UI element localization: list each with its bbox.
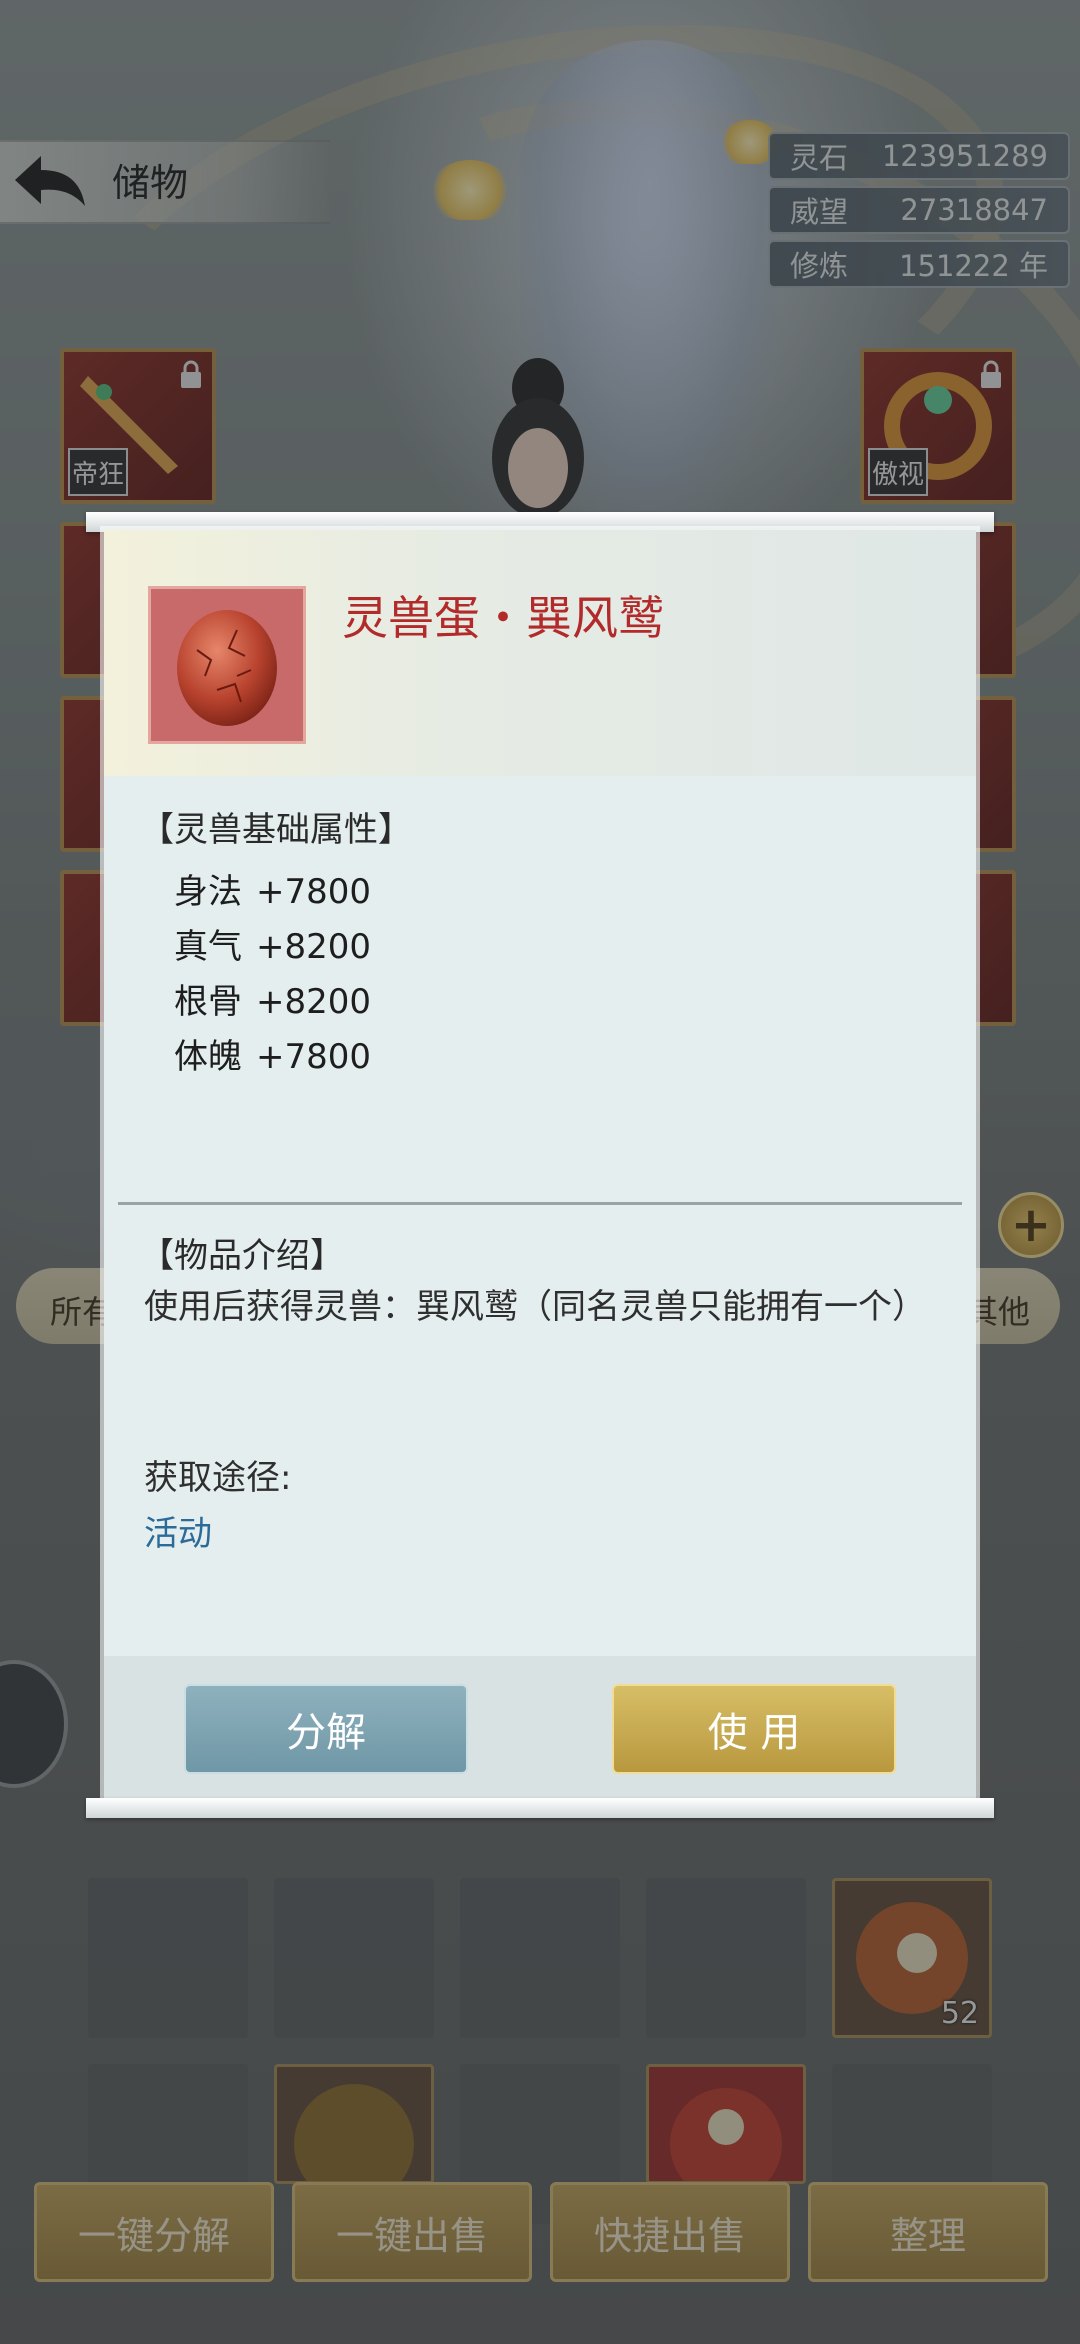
item-name: 灵兽蛋・巽风鹫	[342, 591, 664, 645]
attr-row-qi: 真气 +8200	[174, 919, 371, 968]
attr-value: +7800	[256, 1037, 372, 1077]
source-link[interactable]: 活动	[144, 1506, 212, 1555]
attr-value: +7800	[256, 872, 372, 912]
item-icon-frame	[148, 586, 306, 744]
attr-row-agility: 身法 +7800	[174, 864, 371, 913]
use-button[interactable]: 使 用	[612, 1684, 896, 1774]
item-detail-modal: 灵兽蛋・巽风鹫 【灵兽基础属性】 身法 +7800 真气 +8200 根骨 +8200…	[104, 530, 976, 1798]
attr-value: +8200	[256, 982, 372, 1022]
attr-name: 体魄	[174, 1037, 242, 1077]
attr-value: +8200	[256, 927, 372, 967]
attr-name: 真气	[174, 927, 242, 967]
attr-row-physique: 体魄 +7800	[174, 1029, 371, 1078]
item-description: 使用后获得灵兽：巽风鹫（同名灵兽只能拥有一个）	[144, 1287, 926, 1327]
beast-egg-icon	[177, 610, 277, 726]
decompose-button[interactable]: 分解	[184, 1684, 468, 1774]
attr-section-title: 【灵兽基础属性】	[140, 810, 412, 850]
scroll-rod-bottom	[86, 1798, 994, 1818]
attr-name: 根骨	[174, 982, 242, 1022]
scroll-rod-top	[86, 512, 994, 532]
attr-row-bone: 根骨 +8200	[174, 974, 371, 1023]
source-label: 获取途径:	[144, 1458, 292, 1498]
attr-name: 身法	[174, 872, 242, 912]
intro-section-title: 【物品介绍】	[140, 1236, 344, 1276]
section-divider	[118, 1202, 962, 1205]
